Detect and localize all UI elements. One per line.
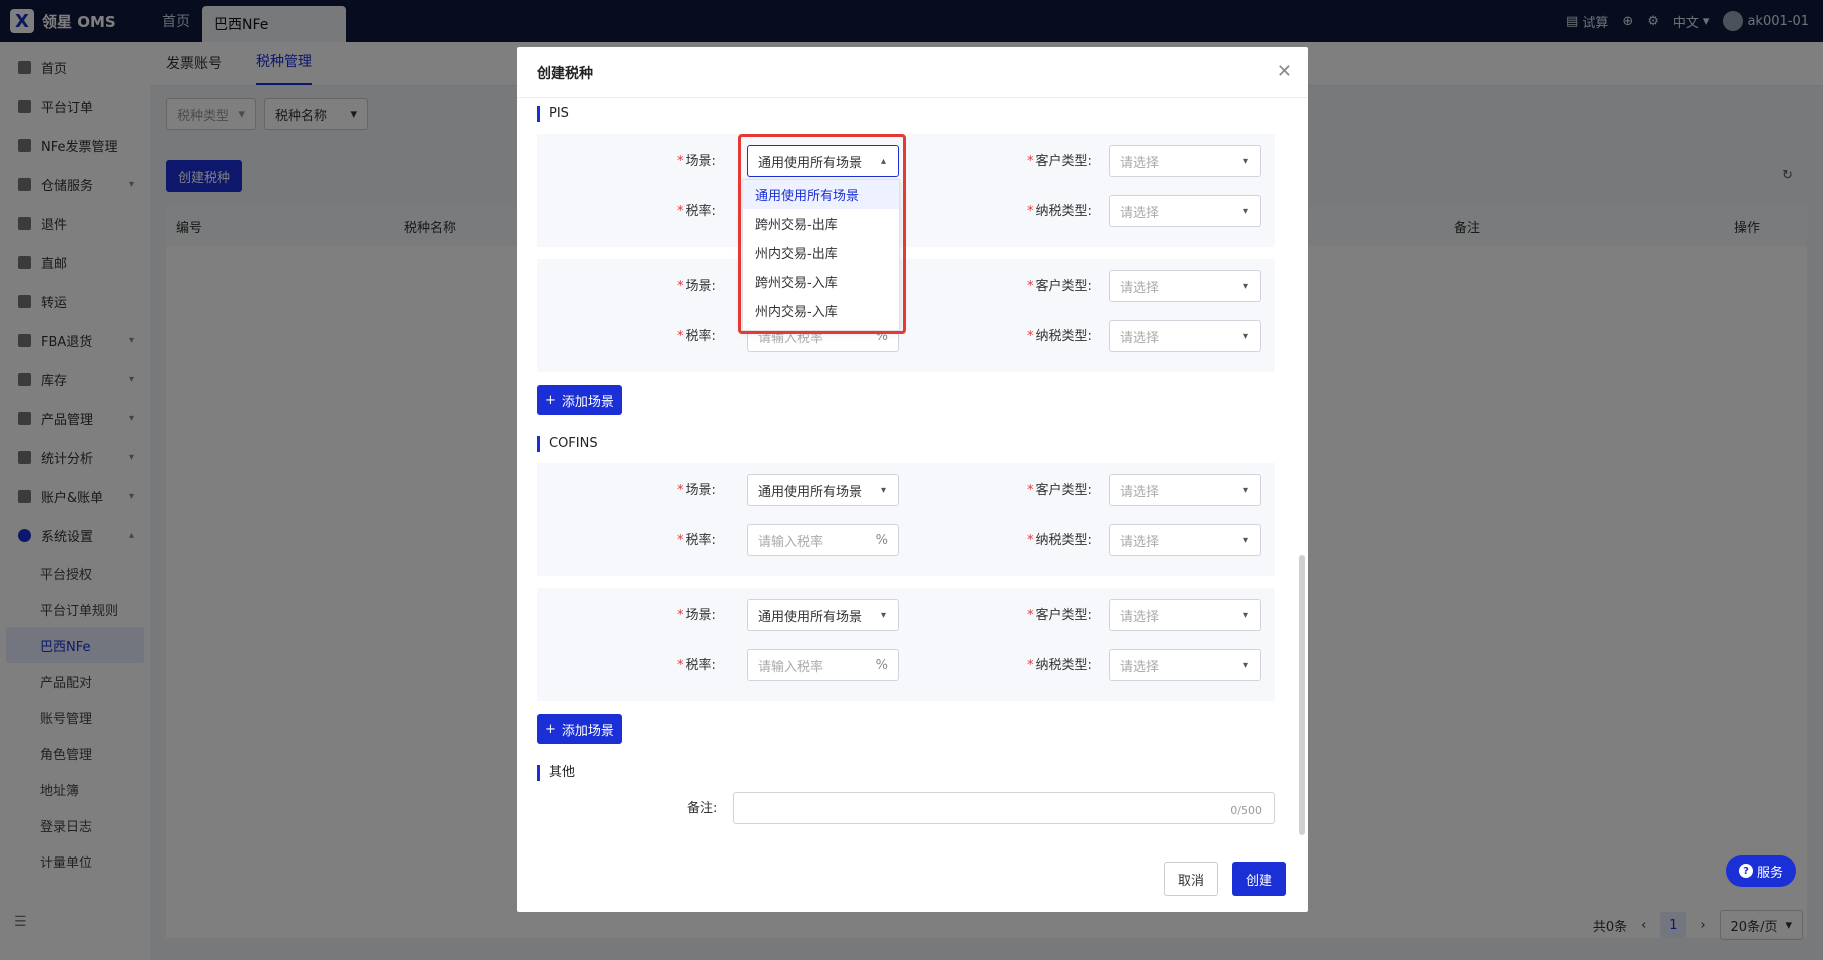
remark-char-count: 0/500 bbox=[1230, 804, 1262, 817]
chevron-down-icon: ▾ bbox=[1242, 534, 1248, 546]
pis-scene-block-2: * 场景: * 税率: 请输入税率% * 客户类型: 请选择 ▾ * 纳税类型: 请选择 ▾ bbox=[537, 259, 1275, 372]
add-scene-button[interactable]: + 添加场景 bbox=[537, 385, 622, 415]
modal-title: 创建税种 bbox=[537, 66, 593, 82]
dropdown-option-intrastate-outbound[interactable]: 州内交易-出库 bbox=[743, 238, 899, 267]
cancel-button[interactable]: 取消 bbox=[1164, 862, 1218, 896]
close-icon[interactable]: ✕ bbox=[1277, 61, 1292, 82]
scene-label: * 场景: bbox=[677, 608, 716, 623]
rate-label: * 税率: bbox=[677, 329, 716, 344]
pis-scene-block-1: * 场景: 通用使用所有场景 ▴ * 税率: * 客户类型: 请选择 ▾ * 纳税类型: 请… bbox=[537, 134, 1275, 247]
scene-select[interactable]: 通用使用所有场景 ▾ bbox=[747, 474, 899, 506]
chevron-down-icon: ▾ bbox=[880, 484, 886, 496]
create-button[interactable]: 创建 bbox=[1232, 862, 1286, 896]
dropdown-option-all-scenes[interactable]: 通用使用所有场景 bbox=[743, 180, 899, 209]
tax-type-label: * 纳税类型: bbox=[1027, 204, 1092, 219]
pis-section-title: PIS bbox=[537, 106, 569, 122]
scene-select[interactable]: 通用使用所有场景 ▴ bbox=[747, 145, 899, 177]
tax-type-select[interactable]: 请选择 ▾ bbox=[1109, 649, 1261, 681]
dropdown-option-interstate-inbound[interactable]: 跨州交易-入库 bbox=[743, 267, 899, 296]
customer-type-select[interactable]: 请选择 ▾ bbox=[1109, 599, 1261, 631]
modal-scrollbar[interactable] bbox=[1298, 103, 1306, 845]
scene-label: * 场景: bbox=[677, 279, 716, 294]
add-scene-button[interactable]: + 添加场景 bbox=[537, 714, 622, 744]
scene-label: * 场景: bbox=[677, 154, 716, 169]
customer-type-select[interactable]: 请选择 ▾ bbox=[1109, 145, 1261, 177]
cofins-section-title: COFINS bbox=[537, 436, 598, 452]
modal-divider bbox=[517, 97, 1308, 98]
tax-type-label: * 纳税类型: bbox=[1027, 658, 1092, 673]
chevron-down-icon: ▾ bbox=[1242, 280, 1248, 292]
tax-type-select[interactable]: 请选择 ▾ bbox=[1109, 320, 1261, 352]
remark-label: 备注: bbox=[687, 801, 718, 816]
tax-type-select[interactable]: 请选择 ▾ bbox=[1109, 195, 1261, 227]
customer-type-select[interactable]: 请选择 ▾ bbox=[1109, 270, 1261, 302]
cofins-scene-block-1: * 场景: 通用使用所有场景 ▾ * 税率: 请输入税率% * 客户类型: 请选择 ▾ *… bbox=[537, 463, 1275, 576]
scene-select[interactable]: 通用使用所有场景 ▾ bbox=[747, 599, 899, 631]
scrollbar-thumb[interactable] bbox=[1299, 555, 1305, 835]
chevron-down-icon: ▾ bbox=[1242, 484, 1248, 496]
rate-input[interactable]: 请输入税率% bbox=[747, 649, 899, 681]
tax-type-select[interactable]: 请选择 ▾ bbox=[1109, 524, 1261, 556]
create-tax-modal: 创建税种 ✕ PIS * 场景: 通用使用所有场景 ▴ * 税率: * 客户类型: 请选… bbox=[517, 47, 1308, 912]
other-section-title: 其他 bbox=[537, 765, 575, 781]
plus-icon: + bbox=[545, 721, 556, 737]
chevron-down-icon: ▾ bbox=[880, 609, 886, 621]
dropdown-option-interstate-outbound[interactable]: 跨州交易-出库 bbox=[743, 209, 899, 238]
chevron-down-icon: ▾ bbox=[1242, 155, 1248, 167]
remark-textarea[interactable]: 0/500 bbox=[733, 792, 1275, 824]
chevron-down-icon: ▾ bbox=[1242, 330, 1248, 342]
chevron-down-icon: ▾ bbox=[1242, 659, 1248, 671]
rate-label: * 税率: bbox=[677, 204, 716, 219]
customer-type-label: * 客户类型: bbox=[1027, 608, 1092, 623]
scene-label: * 场景: bbox=[677, 483, 716, 498]
chevron-down-icon: ▾ bbox=[1242, 205, 1248, 217]
customer-type-select[interactable]: 请选择 ▾ bbox=[1109, 474, 1261, 506]
service-button[interactable]: ? 服务 bbox=[1726, 855, 1796, 887]
rate-label: * 税率: bbox=[677, 658, 716, 673]
customer-type-label: * 客户类型: bbox=[1027, 483, 1092, 498]
rate-input[interactable]: 请输入税率% bbox=[747, 524, 899, 556]
scene-dropdown-menu: 通用使用所有场景 跨州交易-出库 州内交易-出库 跨州交易-入库 州内交易-入库 bbox=[742, 179, 900, 331]
tax-type-label: * 纳税类型: bbox=[1027, 533, 1092, 548]
chevron-down-icon: ▾ bbox=[1242, 609, 1248, 621]
plus-icon: + bbox=[545, 392, 556, 408]
rate-label: * 税率: bbox=[677, 533, 716, 548]
dropdown-option-intrastate-inbound[interactable]: 州内交易-入库 bbox=[743, 296, 899, 325]
cofins-scene-block-2: * 场景: 通用使用所有场景 ▾ * 税率: 请输入税率% * 客户类型: 请选择 ▾ *… bbox=[537, 588, 1275, 701]
customer-type-label: * 客户类型: bbox=[1027, 279, 1092, 294]
tax-type-label: * 纳税类型: bbox=[1027, 329, 1092, 344]
customer-type-label: * 客户类型: bbox=[1027, 154, 1092, 169]
help-icon: ? bbox=[1738, 864, 1753, 878]
chevron-up-icon: ▴ bbox=[880, 155, 886, 167]
